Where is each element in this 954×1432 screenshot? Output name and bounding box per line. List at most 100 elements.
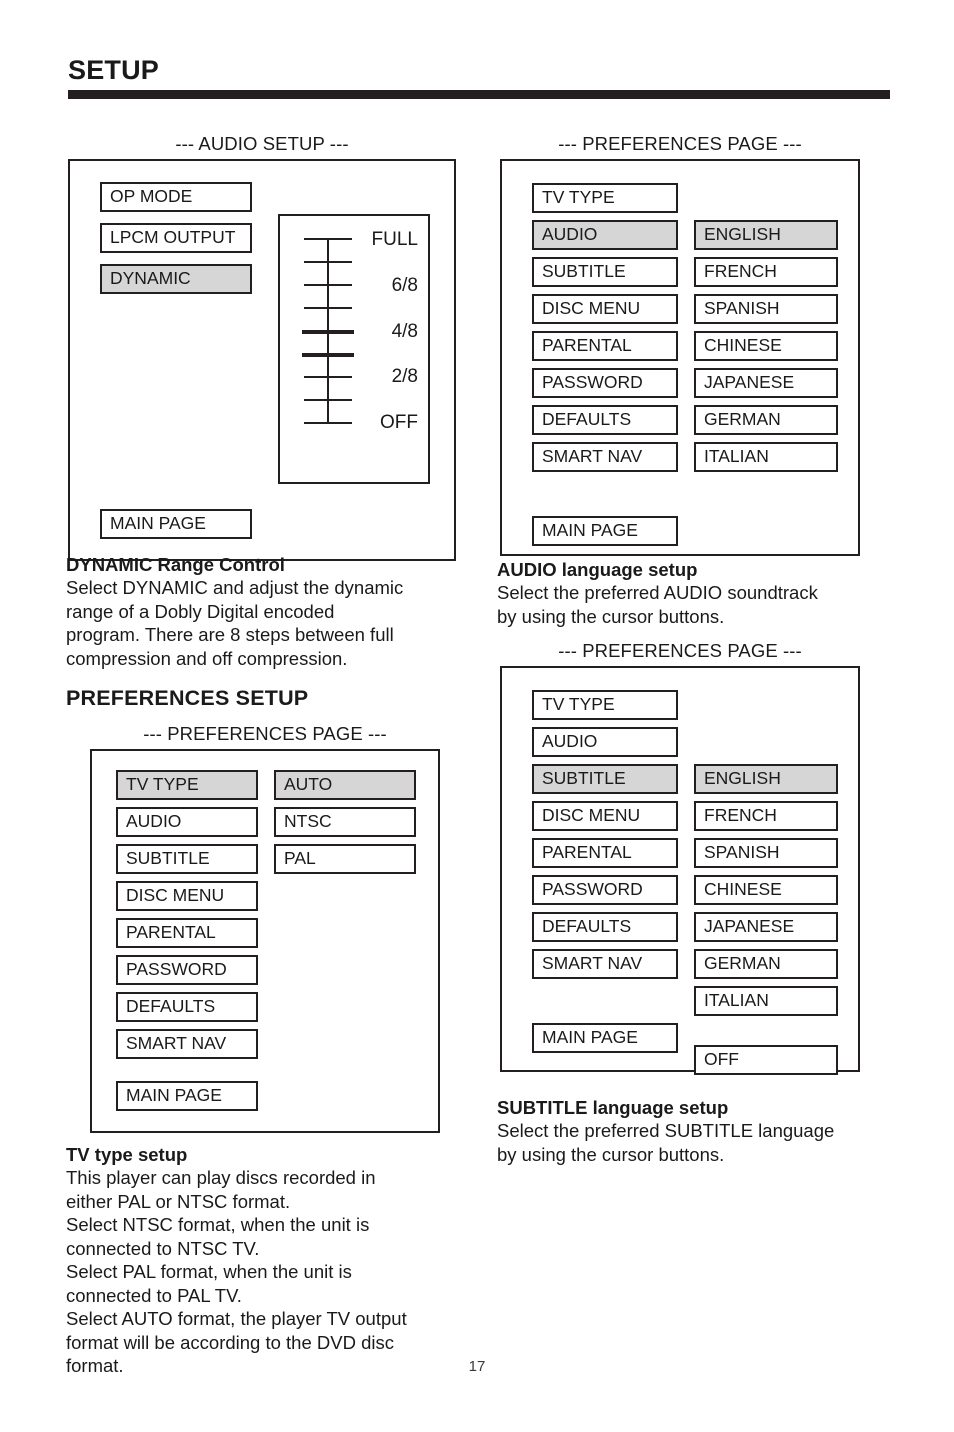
osd-item-label: DISC MENU [126, 885, 225, 906]
prefs-audio-option-french[interactable]: FRENCH [694, 257, 838, 287]
prefs-tvtype-caption: --- PREFERENCES PAGE --- [143, 723, 387, 744]
prefs-audio-option-spanish[interactable]: SPANISH [694, 294, 838, 324]
prefs-subtitle-item-defaults[interactable]: DEFAULTS [532, 912, 678, 942]
osd-item-label: CHINESE [704, 879, 782, 900]
prefs-subtitle-item-tv-type[interactable]: TV TYPE [532, 690, 678, 720]
page-number: 17 [468, 1358, 486, 1375]
prefs-subtitle-item-password[interactable]: PASSWORD [532, 875, 678, 905]
prefs-audio-option-italian[interactable]: ITALIAN [694, 442, 838, 472]
dynamic-range-slider[interactable]: FULL 6/8 4/8 2/8 OFF [278, 214, 430, 484]
prefs-tvtype-option-ntsc[interactable]: NTSC [274, 807, 416, 837]
audio-menu-item-lpcm-output[interactable]: LPCM OUTPUT [100, 223, 252, 253]
header-rule [68, 90, 890, 100]
osd-item-label: TV TYPE [126, 774, 199, 795]
audio-menu-item-dynamic[interactable]: DYNAMIC [100, 264, 252, 294]
page-header: SETUP [68, 55, 890, 100]
prefs-subtitle-option-english[interactable]: ENGLISH [694, 764, 838, 794]
osd-item-label: DYNAMIC [110, 268, 191, 289]
prefs-subtitle-option-off[interactable]: OFF [694, 1045, 838, 1075]
prefs-subtitle-option-japanese[interactable]: JAPANESE [694, 912, 838, 942]
audio-main-page-button[interactable]: MAIN PAGE [100, 509, 252, 539]
prefs-audio-figure: --- PREFERENCES PAGE --- TV TYPE AUDIO SUB… [500, 133, 860, 556]
prefs-tvtype-item-disc-menu[interactable]: DISC MENU [116, 881, 258, 911]
prefs-subtitle-main-page-button[interactable]: MAIN PAGE [532, 1023, 678, 1053]
audio-setup-panel: OP MODE LPCM OUTPUT DYNAMIC MAIN PAGE FULL… [68, 159, 456, 561]
prefs-tvtype-item-tv-type[interactable]: TV TYPE [116, 770, 258, 800]
tv-type-line-0: This player can play discs recorded in [66, 1167, 376, 1189]
tv-type-copy: TV type setup This player can play discs… [66, 1143, 476, 1378]
prefs-tvtype-item-defaults[interactable]: DEFAULTS [116, 992, 258, 1022]
prefs-tvtype-item-parental[interactable]: PARENTAL [116, 918, 258, 948]
slider-tick [302, 353, 354, 357]
prefs-audio-item-disc-menu[interactable]: DISC MENU [532, 294, 678, 324]
osd-item-label: PASSWORD [542, 879, 643, 900]
prefs-tvtype-item-audio[interactable]: AUDIO [116, 807, 258, 837]
prefs-subtitle-item-subtitle[interactable]: SUBTITLE [532, 764, 678, 794]
tv-type-line-4: Select PAL format, when the unit is [66, 1261, 352, 1283]
osd-item-label: DEFAULTS [542, 916, 632, 937]
prefs-tvtype-option-pal[interactable]: PAL [274, 844, 416, 874]
slider-tick [304, 238, 352, 240]
prefs-audio-item-tv-type[interactable]: TV TYPE [532, 183, 678, 213]
dynamic-range-copy: DYNAMIC Range Control Select DYNAMIC and… [66, 553, 472, 670]
slider-tick [302, 330, 354, 334]
prefs-subtitle-option-german[interactable]: GERMAN [694, 949, 838, 979]
prefs-audio-item-smart-nav[interactable]: SMART NAV [532, 442, 678, 472]
prefs-tvtype-item-password[interactable]: PASSWORD [116, 955, 258, 985]
osd-item-label: AUDIO [126, 811, 182, 832]
prefs-subtitle-figure: --- PREFERENCES PAGE --- TV TYPE AUDIO SUB… [500, 640, 860, 1075]
osd-item-label: PASSWORD [542, 372, 643, 393]
slider-tick [304, 284, 352, 286]
osd-item-label: AUTO [284, 774, 333, 795]
prefs-subtitle-item-smart-nav[interactable]: SMART NAV [532, 949, 678, 979]
page-title: SETUP [68, 55, 160, 85]
prefs-subtitle-panel: TV TYPE AUDIO SUBTITLE DISC MENU PARENTAL PAS… [500, 666, 860, 1075]
audio-setup-caption: --- AUDIO SETUP --- [175, 133, 349, 154]
prefs-audio-option-german[interactable]: GERMAN [694, 405, 838, 435]
audio-language-copy: AUDIO language setup Select the preferre… [497, 558, 897, 628]
prefs-audio-panel: TV TYPE AUDIO SUBTITLE DISC MENU PARENTAL PAS… [500, 159, 860, 556]
osd-item-label: TV TYPE [542, 694, 615, 715]
subtitle-language-line-1: by using the cursor buttons. [497, 1143, 725, 1165]
subtitle-language-line-0: Select the preferred SUBTITLE language [497, 1120, 835, 1142]
prefs-audio-option-english[interactable]: ENGLISH [694, 220, 838, 250]
prefs-subtitle-item-audio[interactable]: AUDIO [532, 727, 678, 757]
osd-item-label: JAPANESE [704, 916, 795, 937]
prefs-tvtype-item-smart-nav[interactable]: SMART NAV [116, 1029, 258, 1059]
prefs-audio-option-chinese[interactable]: CHINESE [694, 331, 838, 361]
prefs-audio-item-defaults[interactable]: DEFAULTS [532, 405, 678, 435]
osd-item-label: AUDIO [542, 224, 598, 245]
audio-language-line-1: by using the cursor buttons. [497, 605, 725, 627]
audio-menu-item-op-mode[interactable]: OP MODE [100, 182, 252, 212]
osd-item-label: SMART NAV [542, 953, 643, 974]
subtitle-language-copy: SUBTITLE language setup Select the prefe… [497, 1096, 897, 1166]
prefs-tvtype-item-subtitle[interactable]: SUBTITLE [116, 844, 258, 874]
audio-language-heading: AUDIO language setup [497, 559, 698, 580]
dynamic-range-line-0: Select DYNAMIC and adjust the dynamic [66, 577, 404, 599]
osd-item-label: FRENCH [704, 805, 777, 826]
prefs-audio-item-subtitle[interactable]: SUBTITLE [532, 257, 678, 287]
prefs-subtitle-option-spanish[interactable]: SPANISH [694, 838, 838, 868]
prefs-tvtype-option-auto[interactable]: AUTO [274, 770, 416, 800]
prefs-subtitle-option-italian[interactable]: ITALIAN [694, 986, 838, 1016]
slider-label-6-8: 6/8 [391, 275, 418, 296]
prefs-subtitle-item-parental[interactable]: PARENTAL [532, 838, 678, 868]
slider-tick [304, 422, 352, 424]
osd-item-label: DEFAULTS [126, 996, 216, 1017]
prefs-audio-item-password[interactable]: PASSWORD [532, 368, 678, 398]
prefs-subtitle-option-chinese[interactable]: CHINESE [694, 875, 838, 905]
prefs-subtitle-item-disc-menu[interactable]: DISC MENU [532, 801, 678, 831]
prefs-audio-item-parental[interactable]: PARENTAL [532, 331, 678, 361]
osd-item-label: LPCM OUTPUT [110, 227, 236, 248]
prefs-tvtype-main-page-button[interactable]: MAIN PAGE [116, 1081, 258, 1111]
tv-type-line-5: connected to PAL TV. [66, 1284, 242, 1306]
prefs-audio-main-page-button[interactable]: MAIN PAGE [532, 516, 678, 546]
prefs-audio-option-japanese[interactable]: JAPANESE [694, 368, 838, 398]
prefs-subtitle-option-french[interactable]: FRENCH [694, 801, 838, 831]
tv-type-line-2: Select NTSC format, when the unit is [66, 1214, 370, 1236]
osd-item-label: SPANISH [704, 298, 780, 319]
osd-item-label: TV TYPE [542, 187, 615, 208]
slider-tick-scale [302, 238, 354, 424]
osd-item-label: PARENTAL [542, 842, 632, 863]
prefs-audio-item-audio[interactable]: AUDIO [532, 220, 678, 250]
